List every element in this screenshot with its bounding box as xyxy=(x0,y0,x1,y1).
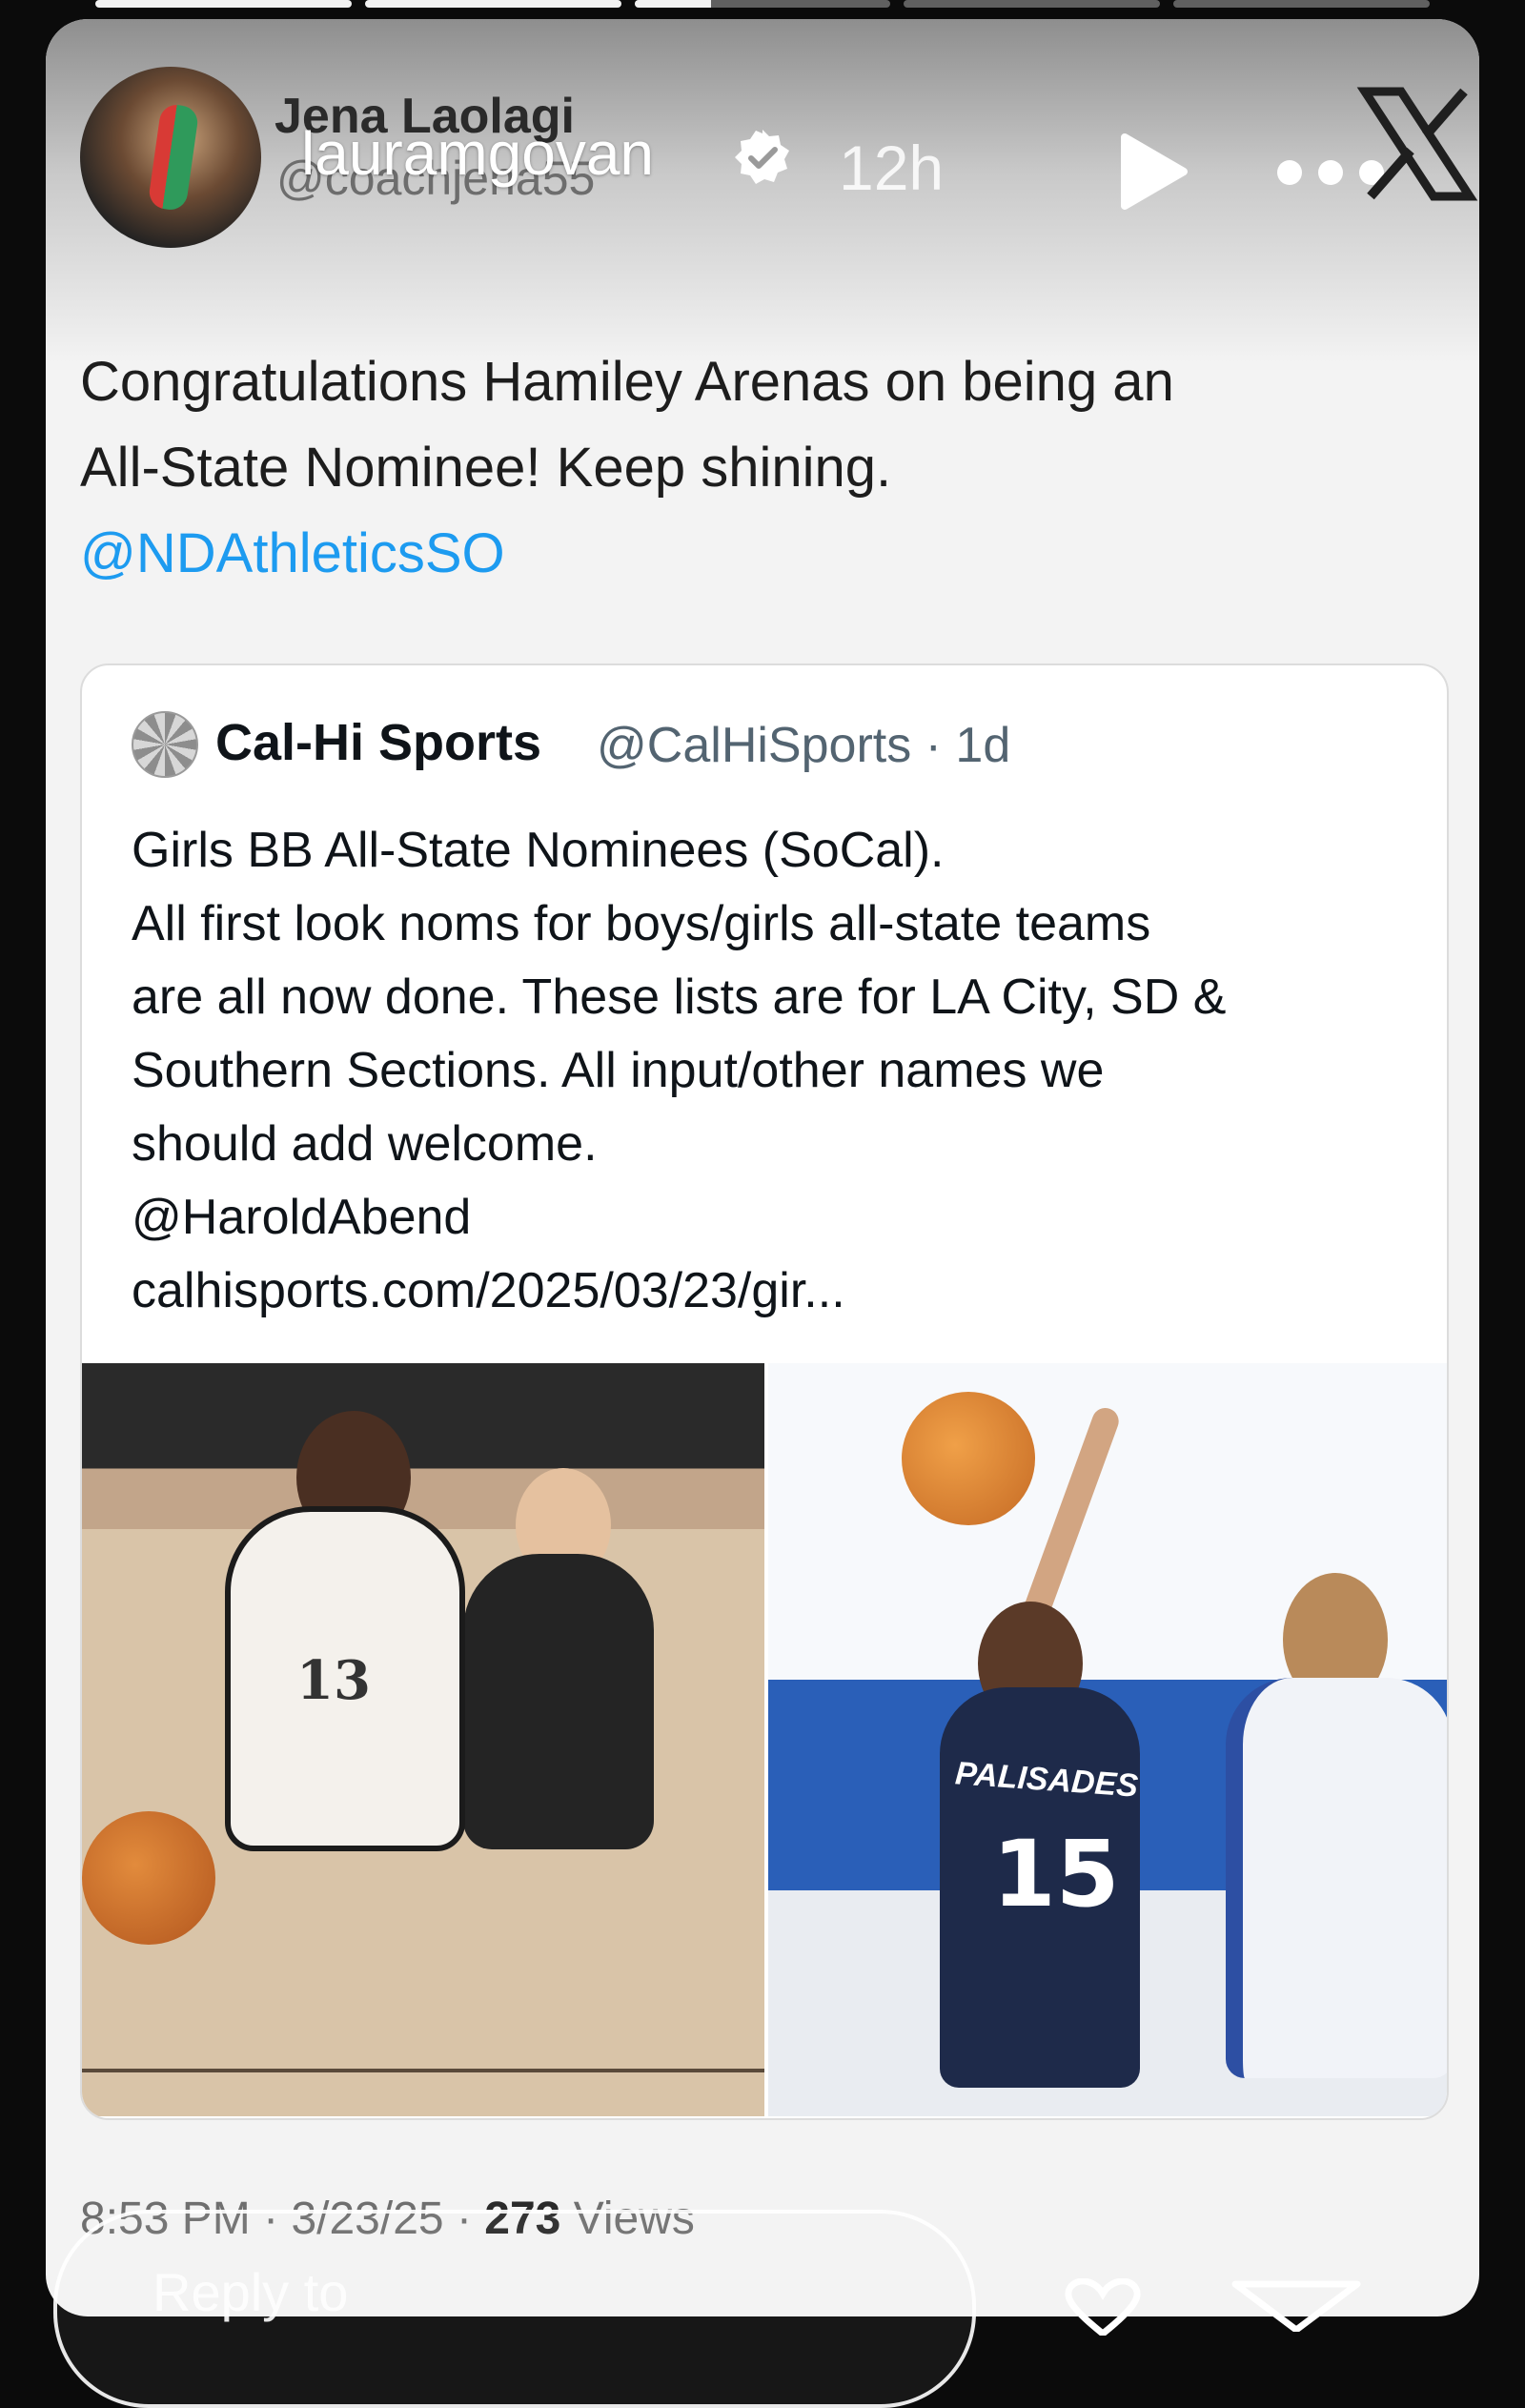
quoted-avatar[interactable] xyxy=(132,711,198,778)
basketball xyxy=(902,1392,1035,1525)
verified-icon xyxy=(735,130,789,184)
tweet-line: Congratulations Hamiley Arenas on being … xyxy=(80,351,1174,413)
jersey-number: 13 xyxy=(296,1649,371,1712)
story-username[interactable]: lauramgovan xyxy=(301,118,654,189)
story-time: 12h xyxy=(839,133,945,203)
story-card: Jena Laolagi @coachjena55 lauramgovan 12… xyxy=(46,19,1479,2316)
author-avatar[interactable] xyxy=(80,67,261,248)
reply-placeholder: Reply to xyxy=(152,2262,349,2322)
player-jersey xyxy=(463,1554,654,1849)
player-jersey xyxy=(1226,1678,1447,2078)
tweet-text: Congratulations Hamiley Arenas on being … xyxy=(80,339,1434,597)
progress-segment xyxy=(904,0,1161,8)
play-icon[interactable] xyxy=(1115,132,1191,212)
quoted-photo-right[interactable]: PALISADES 15 xyxy=(768,1363,1447,2116)
quoted-text: Girls BB All-State Nominees (SoCal). All… xyxy=(132,814,1428,1328)
quoted-mention-link[interactable]: @HaroldAbend xyxy=(132,1181,1428,1255)
jersey-number: 15 xyxy=(992,1821,1120,1928)
progress-segment xyxy=(1173,0,1430,8)
basketball xyxy=(82,1811,215,1945)
quoted-handle-time[interactable]: @CalHiSports · 1d xyxy=(597,717,1010,774)
court-line xyxy=(82,2069,764,2072)
quoted-line: should add welcome. xyxy=(132,1116,598,1172)
send-icon[interactable] xyxy=(1230,2275,1363,2332)
quoted-author-name[interactable]: Cal-Hi Sports xyxy=(215,713,541,772)
quoted-line: All first look noms for boys/girls all-s… xyxy=(132,896,1151,951)
progress-segment xyxy=(634,0,891,8)
heart-icon[interactable] xyxy=(1060,2278,1146,2336)
quoted-tweet[interactable]: Cal-Hi Sports @CalHiSports · 1d Girls BB… xyxy=(80,663,1449,2120)
progress-segment xyxy=(364,0,621,8)
tweet-mention-link[interactable]: @NDAthleticsSO xyxy=(80,511,1434,597)
progress-segment xyxy=(95,0,352,8)
quoted-photo-left[interactable]: 13 xyxy=(82,1363,764,2116)
quoted-line: Girls BB All-State Nominees (SoCal). xyxy=(132,823,945,878)
avatar-figure xyxy=(147,102,200,213)
story-progress xyxy=(95,0,1430,10)
quoted-line: Southern Sections. All input/other names… xyxy=(132,1043,1105,1098)
x-logo-icon xyxy=(1356,87,1478,201)
tweet-line: All-State Nominee! Keep shining. xyxy=(80,437,892,499)
header-shade xyxy=(46,19,1479,362)
quoted-line: are all now done. These lists are for LA… xyxy=(132,969,1227,1025)
quoted-url-link[interactable]: calhisports.com/2025/03/23/gir... xyxy=(132,1255,1428,1328)
